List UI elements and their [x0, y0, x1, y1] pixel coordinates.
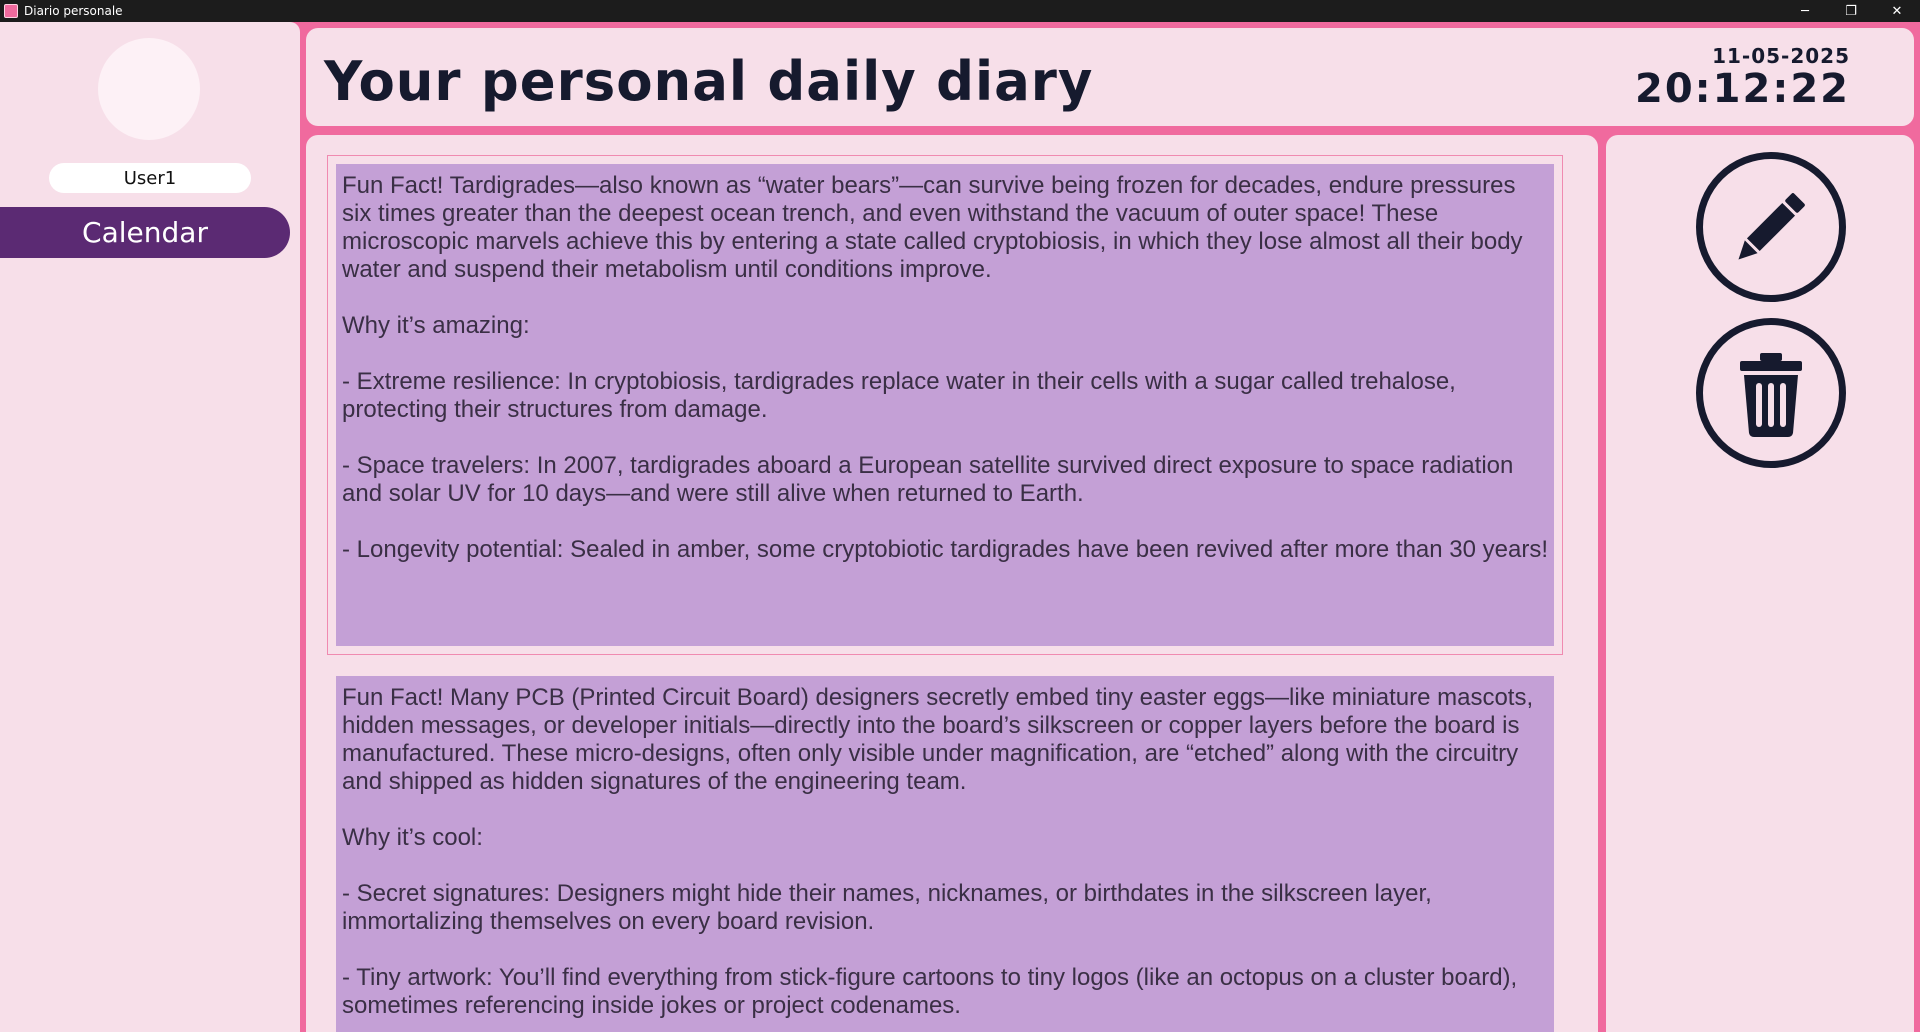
actions-panel [1606, 135, 1914, 1032]
pencil-icon [1738, 193, 1805, 260]
sidebar: User1 Calendar [0, 22, 300, 1032]
maximize-button[interactable]: ❐ [1828, 0, 1874, 22]
calendar-button[interactable]: Calendar [0, 207, 290, 258]
close-button[interactable]: ✕ [1874, 0, 1920, 22]
page-title: Your personal daily diary [324, 50, 1094, 113]
delete-button[interactable] [1696, 318, 1846, 468]
current-time: 20:12:22 [1635, 66, 1850, 112]
diary-entry[interactable]: Fun Fact! Many PCB (Printed Circuit Boar… [336, 676, 1554, 1032]
header: Your personal daily diary 11-05-2025 20:… [306, 28, 1914, 126]
window-title: Diario personale [24, 4, 123, 18]
window-titlebar: Diario personale ─ ❐ ✕ [0, 0, 1920, 22]
avatar[interactable] [98, 38, 200, 140]
entries-panel[interactable]: Fun Fact! Tardigrades—also known as “wat… [306, 135, 1598, 1032]
username-label: User1 [49, 163, 251, 193]
edit-button[interactable] [1696, 152, 1846, 302]
diary-entry[interactable]: Fun Fact! Tardigrades—also known as “wat… [327, 155, 1563, 655]
minimize-button[interactable]: ─ [1782, 0, 1828, 22]
diary-app-icon [4, 4, 18, 18]
trash-icon [1740, 353, 1802, 437]
current-date: 11-05-2025 [1712, 44, 1850, 68]
